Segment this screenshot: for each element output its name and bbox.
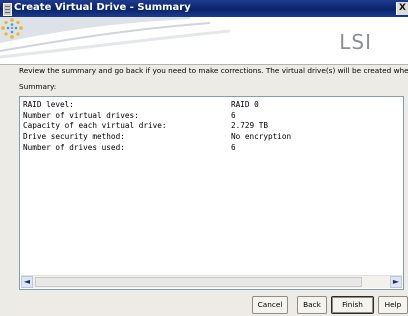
back-button[interactable]: Back (297, 296, 327, 314)
instruction-text: Review the summary and go back if you ne… (19, 66, 408, 75)
summary-text-box[interactable]: RAID level: RAID 0 Number of virtual dri… (19, 96, 404, 290)
summary-row-drive-security-method: Drive security method: No encryption (23, 132, 400, 143)
summary-value: 2.729 TB (231, 121, 269, 131)
summary-row-number-of-drives-used: Number of drives used: 6 (23, 143, 400, 154)
summary-value: No encryption (231, 132, 292, 142)
summary-key: Number of virtual drives: (23, 110, 139, 120)
summary-row-capacity: Capacity of each virtual drive: 2.729 TB (23, 121, 400, 132)
scroll-left-arrow-icon[interactable]: ◄ (21, 276, 33, 288)
finish-button[interactable]: Finish (331, 296, 374, 314)
application-icon (3, 3, 12, 16)
summary-value: 6 (231, 142, 236, 152)
summary-label: Summary: (19, 82, 57, 91)
window-title: Create Virtual Drive - Summary (14, 2, 191, 13)
summary-key: Drive security method: (23, 132, 125, 142)
header-banner: LSI (0, 17, 408, 64)
summary-key: Number of drives used: (23, 142, 125, 152)
summary-value: 6 (231, 110, 236, 120)
lsi-starburst-icon (1, 18, 23, 39)
header-divider (0, 64, 408, 65)
summary-key: RAID level: (23, 100, 74, 109)
summary-key: Capacity of each virtual drive: (23, 121, 167, 131)
lsi-logo-text: LSI (339, 30, 372, 54)
title-bar[interactable]: Create Virtual Drive - Summary X (0, 0, 408, 17)
scrollbar-track[interactable] (33, 276, 390, 288)
summary-rows: RAID level: RAID 0 Number of virtual dri… (23, 100, 400, 153)
scrollbar-thumb[interactable] (35, 277, 362, 287)
horizontal-scrollbar[interactable]: ◄ ► (21, 275, 402, 288)
cancel-button[interactable]: Cancel (252, 296, 288, 314)
help-button[interactable]: Help (378, 296, 408, 314)
summary-row-raid-level: RAID level: RAID 0 (23, 100, 400, 111)
summary-row-number-of-virtual-drives: Number of virtual drives: 6 (23, 111, 400, 122)
scroll-right-arrow-icon[interactable]: ► (390, 276, 402, 288)
summary-value: RAID 0 (231, 100, 259, 109)
close-button[interactable]: X (396, 2, 408, 15)
create-virtual-drive-dialog: Create Virtual Drive - Summary X LSI Rev… (0, 0, 408, 316)
